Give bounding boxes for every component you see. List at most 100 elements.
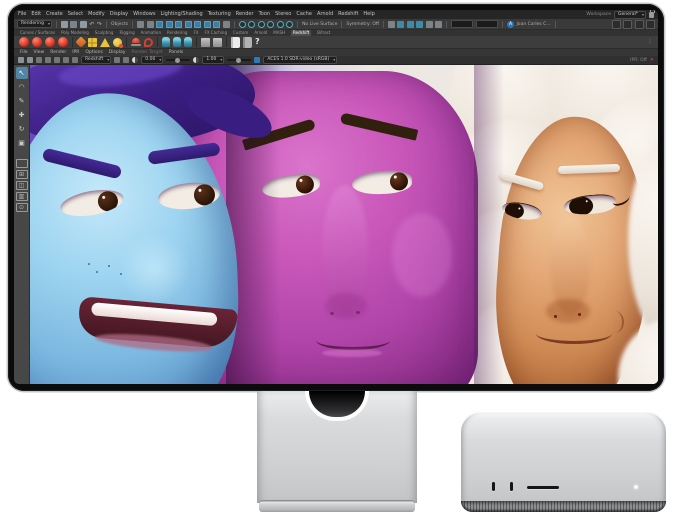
save-scene-icon[interactable] <box>80 21 87 28</box>
point-light-icon[interactable] <box>113 38 122 47</box>
menu-stereo[interactable]: Stereo <box>275 10 291 19</box>
move-tool[interactable]: ✚ <box>16 109 28 121</box>
render-settings-icon[interactable] <box>416 21 423 28</box>
hypershade-icon[interactable] <box>426 21 433 28</box>
snap-grid-icon[interactable] <box>239 21 246 28</box>
snap-view-plane-icon[interactable] <box>277 21 284 28</box>
mask-misc-icon[interactable] <box>223 21 230 28</box>
mask-rendering-icon[interactable] <box>213 21 220 28</box>
snap-projected-center-icon[interactable] <box>267 21 274 28</box>
gamma-slider[interactable] <box>227 59 251 61</box>
mask-curves-icon[interactable] <box>175 21 182 28</box>
redshift-ipr-icon[interactable] <box>32 37 42 47</box>
rv-menu-render[interactable]: Render <box>50 50 66 55</box>
stop-icon[interactable] <box>45 57 51 63</box>
shelf-overflow-icon[interactable]: ⋮ <box>647 39 653 45</box>
mask-joints-icon[interactable] <box>166 21 173 28</box>
usb-c-port[interactable] <box>492 482 495 491</box>
compare-icon[interactable] <box>123 57 129 63</box>
menu-lighting-shading[interactable]: Lighting/Shading <box>160 10 202 19</box>
rv-menu-display[interactable]: Display <box>109 50 126 55</box>
menu-toon[interactable]: Toon <box>259 10 271 19</box>
selection-mode-label[interactable]: Objects <box>111 22 128 27</box>
undo-icon[interactable]: ↶ <box>89 21 94 28</box>
color-management-icon[interactable] <box>254 57 260 63</box>
input-field-relative[interactable] <box>476 20 498 28</box>
new-scene-icon[interactable] <box>61 21 68 28</box>
select-tool[interactable]: ↖ <box>16 67 28 79</box>
menu-arnold[interactable]: Arnold <box>317 10 333 19</box>
light-editor-icon[interactable] <box>435 21 442 28</box>
help-icon[interactable]: ? <box>255 37 260 47</box>
rv-menu-ipr[interactable]: IPR <box>72 50 79 55</box>
ipr-button-icon[interactable] <box>27 57 33 63</box>
gamma-slider-knob[interactable] <box>236 58 241 63</box>
workspace-dropdown[interactable]: General* <box>614 11 646 19</box>
volume-icon[interactable] <box>184 37 192 47</box>
render-button-icon[interactable] <box>18 57 24 63</box>
input-field-absolute[interactable] <box>451 20 473 28</box>
shader-ball-icon[interactable] <box>213 38 222 47</box>
rv-menu-file[interactable]: File <box>20 50 28 55</box>
sdxc-card-slot[interactable] <box>527 486 559 489</box>
exposure-icon[interactable] <box>132 57 138 63</box>
render-viewport[interactable] <box>30 65 658 384</box>
symmetry-label[interactable]: Symmetry: Off <box>346 22 379 27</box>
lock-icon[interactable] <box>649 12 654 18</box>
four-pane-layout-button[interactable]: ⊞ <box>16 170 28 179</box>
menu-modify[interactable]: Modify <box>88 10 105 19</box>
menu-texturing[interactable]: Texturing <box>208 10 231 19</box>
two-pane-layout-button[interactable]: ◫ <box>16 181 28 190</box>
menu-file[interactable]: File <box>18 10 26 19</box>
rv-menu-options[interactable]: Options <box>85 50 102 55</box>
menu-cache[interactable]: Cache <box>296 10 312 19</box>
pause-icon[interactable] <box>36 57 42 63</box>
menu-help[interactable]: Help <box>363 10 374 19</box>
history-icon[interactable] <box>388 21 395 28</box>
render-current-frame-icon[interactable] <box>397 21 404 28</box>
usb-c-port[interactable] <box>510 482 513 491</box>
snap-point-icon[interactable] <box>258 21 265 28</box>
attribute-editor-toggle[interactable] <box>612 20 621 29</box>
account-name[interactable]: Joan Carles C... <box>516 22 550 27</box>
gamma-field[interactable]: 1.00 <box>202 56 224 64</box>
aov-icon[interactable] <box>72 57 78 63</box>
exposure-slider-knob[interactable] <box>175 58 180 63</box>
snap-curve-icon[interactable] <box>248 21 255 28</box>
proxy-import-icon[interactable] <box>173 37 181 47</box>
rv-menu-panels[interactable]: Panels <box>169 50 183 55</box>
area-light-icon[interactable] <box>88 38 97 47</box>
single-pane-layout-button[interactable] <box>16 159 28 168</box>
redshift-renderview-icon[interactable] <box>58 37 68 47</box>
rv-menu-view[interactable]: View <box>34 50 45 55</box>
menu-redshift[interactable]: Redshift <box>338 10 358 19</box>
live-surface-label[interactable]: No Live Surface <box>302 22 337 27</box>
gamma-icon[interactable] <box>193 57 199 63</box>
open-scene-icon[interactable] <box>70 21 77 28</box>
save-image-icon[interactable] <box>114 57 120 63</box>
exposure-slider[interactable] <box>166 59 190 61</box>
lasso-select-tool[interactable]: ◠ <box>16 81 28 93</box>
menu-set-dropdown[interactable]: Rendering <box>17 20 52 28</box>
tutorials-icon[interactable] <box>243 37 252 48</box>
menu-render[interactable]: Render <box>236 10 254 19</box>
menu-edit[interactable]: Edit <box>31 10 41 19</box>
proxy-export-icon[interactable] <box>162 37 170 47</box>
documentation-icon[interactable] <box>231 37 240 48</box>
zoom-layout-button[interactable]: ⊙ <box>16 203 28 212</box>
rotate-tool[interactable]: ↻ <box>16 123 28 135</box>
mask-deformations-icon[interactable] <box>194 21 201 28</box>
ies-light-icon[interactable] <box>144 38 153 47</box>
paint-select-tool[interactable]: ✎ <box>16 95 28 107</box>
material-icon[interactable] <box>201 38 210 47</box>
exposure-field[interactable]: 0.00 <box>141 56 163 64</box>
spot-light-icon[interactable] <box>100 38 110 47</box>
redshift-render-icon[interactable] <box>19 37 29 47</box>
renderer-dropdown[interactable]: Redshift <box>81 56 111 64</box>
modeling-toolkit-toggle[interactable] <box>646 20 655 29</box>
mask-dynamics-icon[interactable] <box>204 21 211 28</box>
abort-icon[interactable]: ✕ <box>650 57 654 63</box>
select-hierarchy-icon[interactable] <box>137 21 144 28</box>
menu-select[interactable]: Select <box>68 10 83 19</box>
colorspace-dropdown[interactable]: ACES 1.0 SDR-video (sRGB) <box>263 56 337 64</box>
